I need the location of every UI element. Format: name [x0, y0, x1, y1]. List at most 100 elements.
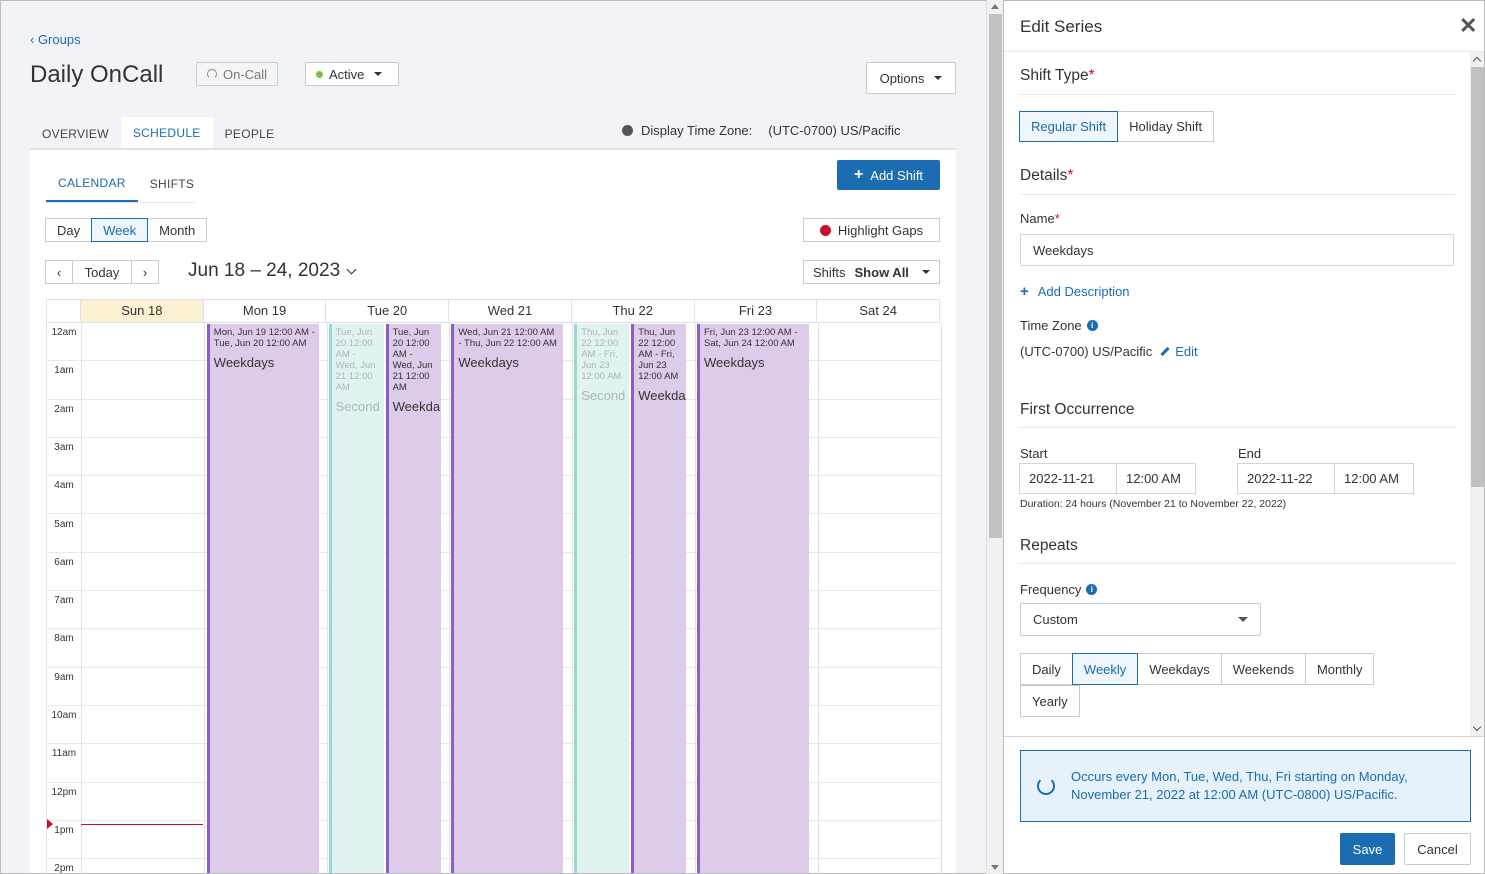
day-header-mon[interactable]: Mon 19 [204, 300, 327, 322]
day-column-divider [695, 323, 696, 873]
freq-monthly-button[interactable]: Monthly [1304, 653, 1375, 685]
view-week-button[interactable]: Week [91, 218, 149, 242]
shift-event[interactable]: Tue, Jun 20 12:00 AM - Wed, Jun 21 12:00… [328, 324, 384, 873]
timezone-value: (UTC-0700) US/Pacific [1020, 344, 1153, 359]
frequency-options: Daily Weekly Weekdays Weekends Monthly Y… [1020, 653, 1410, 717]
globe-icon [622, 125, 633, 136]
save-button[interactable]: Save [1340, 833, 1395, 865]
next-week-button[interactable]: › [131, 260, 159, 284]
date-nav-group: ‹ Today › [45, 260, 159, 284]
today-button[interactable]: Today [72, 260, 132, 284]
status-dropdown[interactable]: Active [305, 62, 399, 86]
timezone-label-text: Time Zone [1020, 318, 1082, 333]
shift-type-toggle: Regular Shift Holiday Shift [1019, 111, 1215, 142]
date-range-picker[interactable]: Jun 18 – 24, 2023 [188, 260, 357, 282]
freq-weekly-button[interactable]: Weekly [1071, 653, 1139, 685]
shift-event-time: Wed, Jun 21 12:00 AM - Thu, Jun 22 12:00… [458, 327, 557, 349]
end-time-input[interactable]: 12:00 AM [1334, 463, 1414, 494]
shift-event-name: Weekda [638, 388, 686, 403]
tab-calendar[interactable]: CALENDAR [46, 166, 138, 202]
frequency-select[interactable]: Custom [1020, 603, 1261, 636]
start-date-input[interactable]: 2022-11-21 [1019, 463, 1117, 494]
freq-weekends-button[interactable]: Weekends [1220, 653, 1306, 685]
main-scrollbar[interactable] [986, 0, 1003, 874]
day-header-thu[interactable]: Thu 22 [572, 300, 695, 322]
scroll-down-icon[interactable] [991, 865, 999, 870]
options-label: Options [879, 70, 925, 86]
main-tabs: OVERVIEW SCHEDULE PEOPLE [30, 117, 286, 151]
day-header-sun[interactable]: Sun 18 [80, 300, 204, 322]
highlight-gaps-button[interactable]: Highlight Gaps [803, 218, 940, 242]
tab-schedule[interactable]: SCHEDULE [120, 117, 213, 151]
shift-event[interactable]: Thu, Jun 22 12:00 AM - Fri, Jun 23 12:00… [631, 324, 687, 873]
tab-overview[interactable]: OVERVIEW [30, 117, 121, 151]
add-description-link[interactable]: + Add Description [1020, 283, 1130, 300]
shift-event[interactable]: Tue, Jun 20 12:00 AM - Wed, Jun 21 12:00… [385, 324, 441, 873]
hour-label: 10am [51, 710, 77, 721]
required-marker: * [1088, 67, 1095, 84]
hour-label: 1am [54, 365, 74, 377]
shifts-filter-label: Shifts [813, 264, 846, 280]
day-header-tue[interactable]: Tue 20 [326, 300, 450, 322]
shift-type-title-text: Shift Type [1020, 67, 1089, 84]
shift-event[interactable]: Wed, Jun 21 12:00 AM - Thu, Jun 22 12:00… [451, 324, 564, 873]
tab-people[interactable]: PEOPLE [213, 117, 287, 151]
panel-scrollbar[interactable] [1470, 52, 1484, 736]
day-column-divider [572, 323, 574, 873]
back-to-groups-link[interactable]: ‹ Groups [30, 32, 81, 47]
tab-shifts[interactable]: SHIFTS [138, 166, 206, 202]
start-time-input[interactable]: 12:00 AM [1116, 463, 1196, 494]
cancel-button[interactable]: Cancel [1404, 833, 1471, 865]
panel-title: Edit Series [1020, 17, 1103, 36]
schedule-sub-tabs: CALENDAR SHIFTS [46, 166, 195, 203]
edit-timezone-link[interactable]: Edit [1160, 344, 1198, 359]
pencil-icon [1160, 346, 1170, 357]
repeats-title: Repeats [1020, 537, 1078, 554]
name-field[interactable]: Weekdays [1020, 234, 1454, 266]
shift-event-time: Tue, Jun 20 12:00 AM - Wed, Jun 21 12:00… [392, 327, 433, 393]
timezone-value-row: (UTC-0700) US/Pacific Edit [1020, 344, 1198, 359]
info-icon[interactable]: i [1086, 320, 1098, 331]
oncall-chip[interactable]: On-Call [196, 62, 279, 86]
freq-weekdays-button[interactable]: Weekdays [1137, 653, 1222, 685]
shift-event-name: Second [335, 399, 380, 414]
shift-event[interactable]: Thu, Jun 22 12:00 AM - Fri, Jun 23 12:00… [574, 324, 630, 873]
freq-daily-button[interactable]: Daily [1020, 653, 1073, 685]
hour-label: 12pm [51, 786, 77, 798]
day-header-sat[interactable]: Sat 24 [817, 300, 941, 322]
freq-yearly-button[interactable]: Yearly [1020, 685, 1080, 717]
hour-label: 5am [54, 518, 74, 530]
shifts-filter-value: Show All [854, 264, 909, 280]
main-scrollbar-thumb[interactable] [989, 14, 1002, 538]
day-header-fri[interactable]: Fri 23 [695, 300, 818, 322]
end-date-input[interactable]: 2022-11-22 [1237, 463, 1335, 494]
shift-event-time: Thu, Jun 22 12:00 AM - Fri, Jun 23 12:00… [638, 327, 679, 382]
frequency-select-value: Custom [1033, 612, 1078, 627]
page-title: Daily OnCall [30, 61, 164, 88]
week-calendar: Sun 18 Mon 19 Tue 20 Wed 21 Thu 22 Fri 2… [46, 299, 942, 873]
shifts-filter-dropdown[interactable]: Shifts Show All [803, 260, 940, 284]
shift-event[interactable]: Fri, Jun 23 12:00 AM - Sat, Jun 24 12:00… [697, 324, 809, 873]
current-time-line [81, 824, 203, 825]
view-day-button[interactable]: Day [45, 218, 93, 242]
prev-week-button[interactable]: ‹ [45, 260, 73, 284]
day-header-wed[interactable]: Wed 21 [449, 300, 572, 322]
divider [1020, 194, 1455, 195]
active-status-icon [316, 70, 323, 78]
scroll-down-icon[interactable] [1472, 722, 1482, 732]
shift-event[interactable]: Mon, Jun 19 12:00 AM - Tue, Jun 20 12:00… [206, 324, 319, 873]
shift-event-name: Second [581, 388, 626, 403]
close-icon[interactable]: ✕ [1459, 15, 1477, 37]
view-mode-group: Day Week Month [45, 218, 208, 242]
hour-label: 7am [54, 595, 74, 607]
add-shift-button[interactable]: + Add Shift [837, 160, 940, 190]
info-icon[interactable]: i [1086, 584, 1098, 595]
holiday-shift-button[interactable]: Holiday Shift [1117, 111, 1215, 142]
scroll-up-icon[interactable] [1472, 56, 1482, 66]
day-column-divider [817, 323, 819, 873]
options-button[interactable]: Options [866, 62, 956, 94]
panel-scrollbar-thumb[interactable] [1471, 67, 1484, 487]
scroll-up-icon[interactable] [991, 4, 999, 9]
view-month-button[interactable]: Month [147, 218, 208, 242]
regular-shift-button[interactable]: Regular Shift [1019, 111, 1119, 142]
